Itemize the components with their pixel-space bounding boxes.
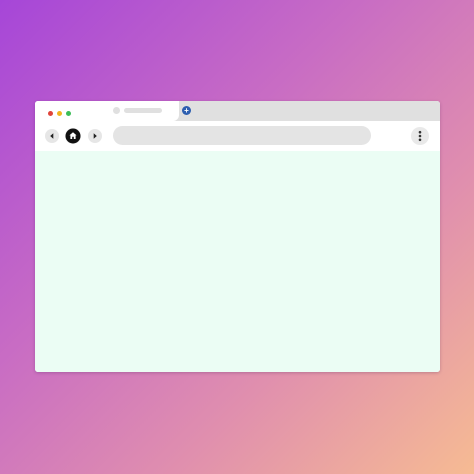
favicon-placeholder-icon [113, 107, 120, 114]
chevron-right-icon [93, 133, 97, 139]
address-bar[interactable] [113, 126, 371, 145]
tab-title [124, 108, 162, 113]
home-button[interactable] [65, 128, 81, 144]
page-content-area[interactable] [35, 151, 440, 372]
active-tab[interactable] [105, 101, 173, 121]
new-tab-button[interactable]: + [182, 106, 191, 115]
home-icon [65, 128, 81, 144]
close-dot-icon[interactable] [48, 111, 53, 116]
menu-button[interactable] [411, 127, 429, 145]
minimize-dot-icon[interactable] [57, 111, 62, 116]
window-controls [35, 101, 105, 121]
back-button[interactable] [45, 129, 59, 143]
forward-button[interactable] [88, 129, 102, 143]
tab-strip: + [35, 101, 440, 121]
browser-window: + [35, 101, 440, 372]
toolbar [35, 121, 440, 151]
plus-icon: + [184, 106, 189, 115]
chevron-left-icon [50, 133, 54, 139]
maximize-dot-icon[interactable] [66, 111, 71, 116]
tab-edge [173, 101, 179, 121]
vertical-dots-icon [418, 130, 422, 142]
